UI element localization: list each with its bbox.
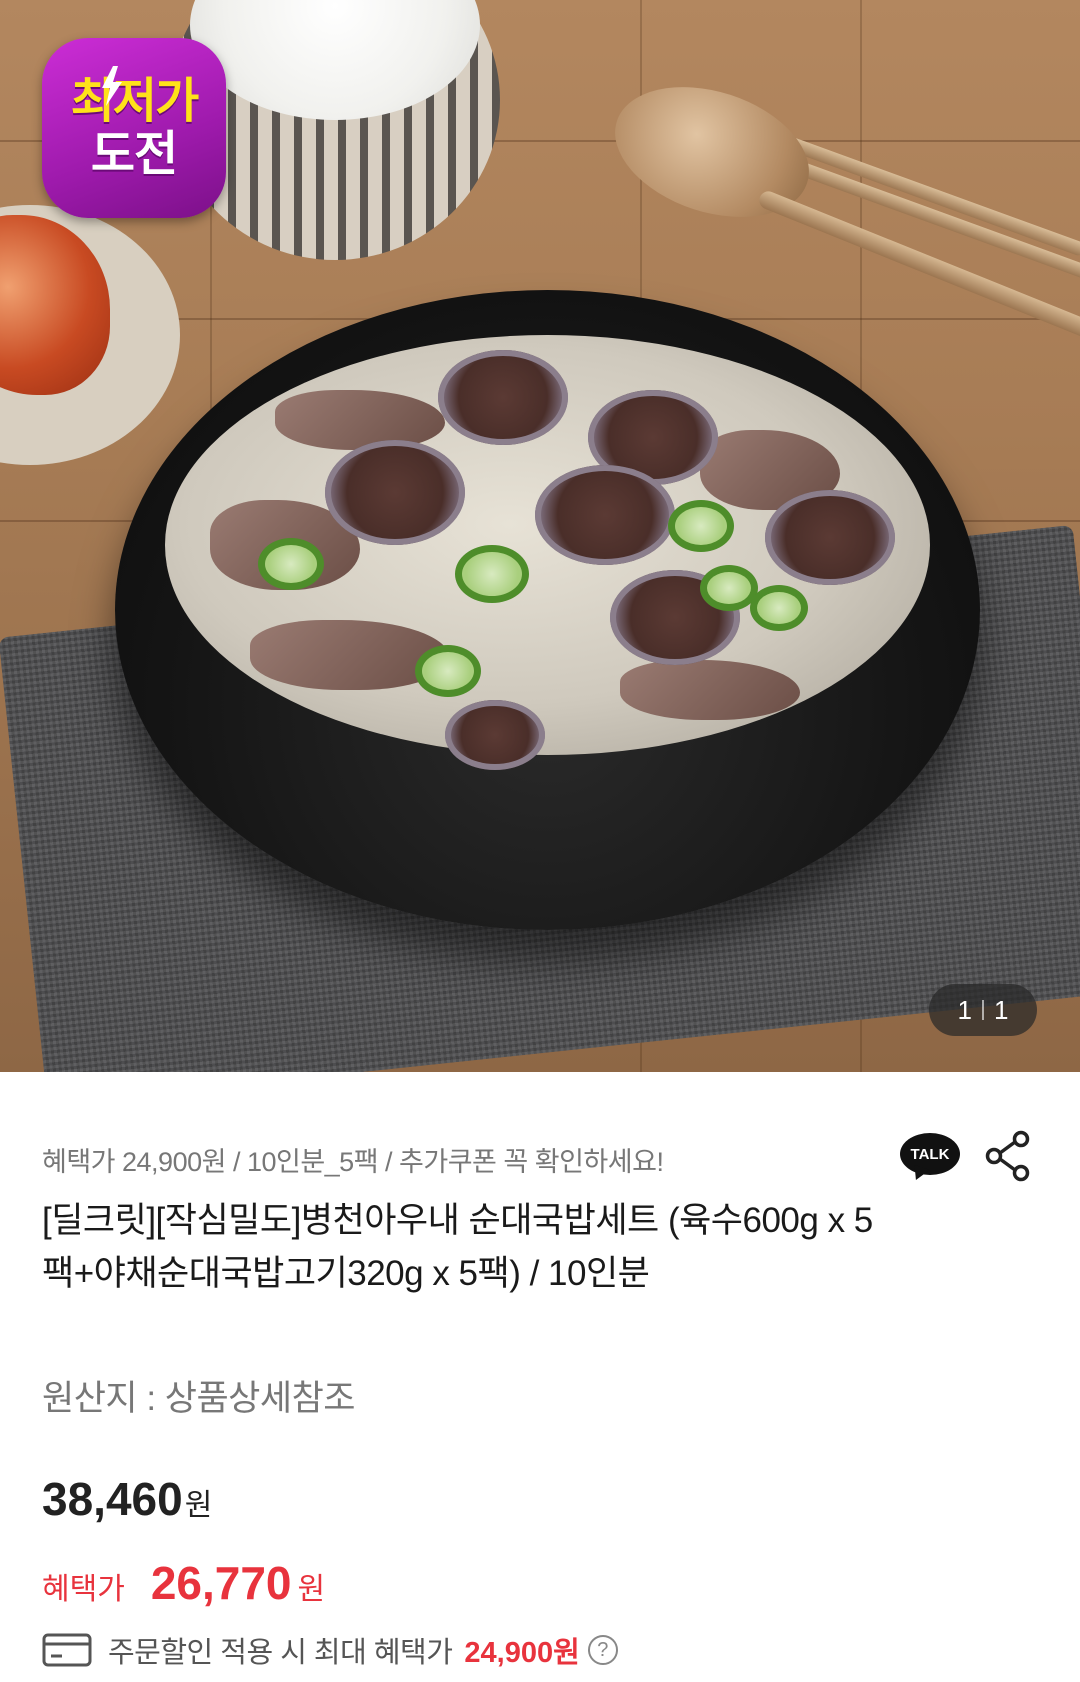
price-value: 38,460: [42, 1473, 183, 1525]
original-price: 38,460 원: [42, 1472, 212, 1526]
product-page: 최저가 도전 1 1 혜택가 24,900원 / 10인분_5팩 / 추가쿠폰 …: [0, 0, 1080, 1682]
sundae-slice: [325, 440, 465, 545]
green-onion: [750, 585, 808, 631]
kakao-talk-button[interactable]: TALK: [900, 1133, 960, 1184]
product-title: [딜크릿][작심밀도]병천아우내 순대국밥세트 (육수600g x 5팩+야채순…: [42, 1201, 873, 1293]
max-benefit-price: 24,900원: [464, 1637, 580, 1669]
image-counter-divider: [982, 1000, 984, 1020]
product-image[interactable]: 최저가 도전 1 1: [0, 0, 1080, 1072]
talk-label: TALK: [910, 1145, 950, 1163]
image-counter-current: 1: [957, 994, 972, 1025]
badge-line1: 최저가: [70, 73, 199, 130]
share-icon[interactable]: [985, 1130, 1031, 1182]
green-onion: [455, 545, 529, 603]
benefit-price-unit: 원: [297, 1573, 326, 1606]
sundae-slice: [438, 350, 568, 445]
sundae-slice: [535, 465, 675, 565]
sundae-slice: [765, 490, 895, 585]
card-icon: [42, 1633, 92, 1667]
help-icon[interactable]: ?: [587, 1635, 618, 1665]
green-onion: [258, 538, 324, 590]
benefit-price: 혜택가 26,770 원: [42, 1556, 325, 1610]
lowest-price-badge: 최저가 도전: [42, 38, 226, 218]
image-counter: 1 1: [929, 984, 1037, 1036]
green-onion: [668, 500, 734, 552]
origin-text: 원산지 : 상품상세참조: [42, 1379, 355, 1418]
max-benefit-row[interactable]: 주문할인 적용 시 최대 혜택가 24,900원 ?: [42, 1629, 618, 1671]
sundae-slice: [445, 700, 545, 770]
badge-line2: 도전: [90, 126, 178, 182]
price-unit: 원: [184, 1489, 213, 1522]
green-onion: [415, 645, 481, 697]
promo-text: 혜택가 24,900원 / 10인분_5팩 / 추가쿠폰 꼭 확인하세요!: [42, 1147, 664, 1177]
max-benefit-text: 주문할인 적용 시 최대 혜택가: [108, 1637, 453, 1669]
benefit-label: 혜택가: [42, 1573, 125, 1606]
image-counter-total: 1: [994, 994, 1009, 1025]
product-info: 혜택가 24,900원 / 10인분_5팩 / 추가쿠폰 꼭 확인하세요! TA…: [0, 1072, 1080, 1682]
talk-bubble-icon: TALK: [900, 1133, 960, 1175]
benefit-price-value: 26,770: [150, 1557, 292, 1609]
